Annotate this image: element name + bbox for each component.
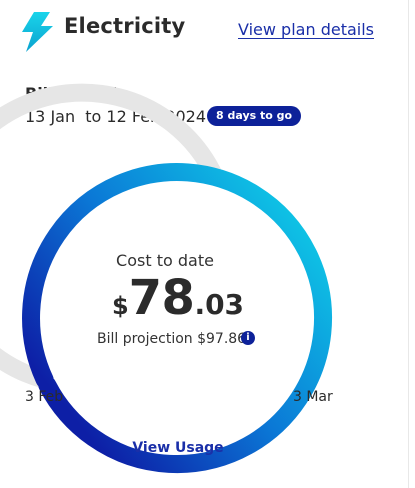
bill-period-label: Bill period (25, 84, 118, 103)
view-usage-link[interactable]: View Usage (0, 440, 356, 456)
gauge-start-date: 3 Feb (25, 389, 64, 405)
card-edge (408, 0, 409, 488)
gauge-end-date: 3 Mar (293, 389, 333, 405)
cost-to-date-amount: $78.03 (0, 270, 356, 326)
cost-cents: .03 (194, 288, 245, 321)
cost-gauge (0, 83, 333, 474)
bill-projection: Bill projection $97.86 (97, 331, 247, 347)
days-remaining-badge: 8 days to go (207, 106, 302, 126)
cost-to-date-label: Cost to date (116, 251, 214, 270)
cost-whole: 78 (128, 270, 195, 326)
view-plan-details-link[interactable]: View plan details (238, 20, 374, 39)
bill-period-range: 13 Jan to 12 Feb 2024 (25, 107, 207, 126)
info-icon[interactable]: i (241, 331, 255, 345)
lightning-bolt-icon (22, 12, 53, 52)
electricity-card: Electricity View plan details Bill perio… (0, 0, 408, 488)
currency-symbol: $ (111, 292, 129, 320)
page-title: Electricity (64, 14, 186, 38)
